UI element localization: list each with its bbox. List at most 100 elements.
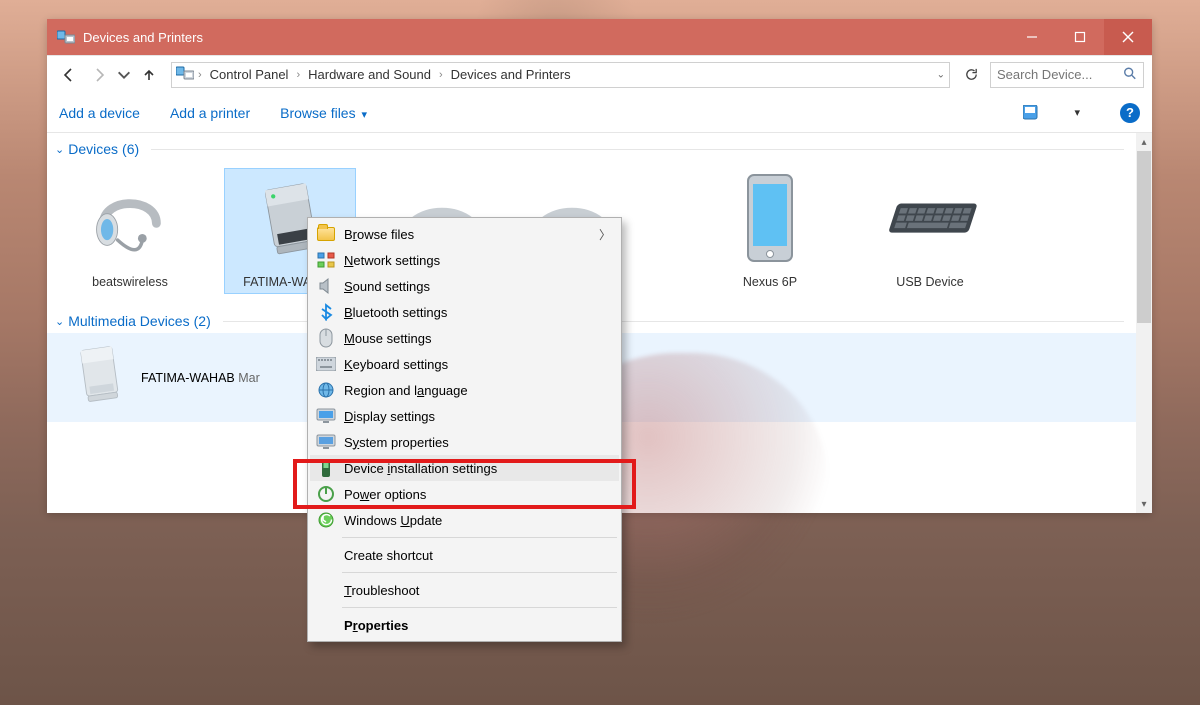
mm-role: Mar xyxy=(238,371,260,385)
power-icon xyxy=(316,484,336,504)
context-menu: Browse files〉 Network settings Sound setti… xyxy=(307,217,622,642)
maximize-button[interactable] xyxy=(1056,19,1104,55)
refresh-button[interactable] xyxy=(958,62,984,88)
folder-icon xyxy=(316,224,336,244)
forward-button[interactable] xyxy=(85,61,113,89)
context-menu-label: Create shortcut xyxy=(344,548,433,563)
context-menu-separator xyxy=(342,537,617,538)
devices-section-header[interactable]: ⌄ Devices (6) xyxy=(47,133,1152,161)
close-button[interactable] xyxy=(1104,19,1152,55)
context-menu-item[interactable]: System properties xyxy=(310,429,619,455)
devices-title: Devices xyxy=(68,141,118,157)
devices-printers-icon xyxy=(176,65,194,84)
bluetooth-icon xyxy=(316,302,336,322)
context-menu-label: Windows Update xyxy=(344,513,442,528)
devices-printers-icon xyxy=(57,29,75,45)
context-menu-separator xyxy=(342,607,617,608)
keyboard-icon xyxy=(880,169,980,269)
computer-tower-icon xyxy=(71,341,127,414)
browse-files-button[interactable]: Browse files ▾ xyxy=(280,105,367,121)
phone-icon xyxy=(720,169,820,269)
context-menu-separator xyxy=(342,572,617,573)
breadcrumb-control-panel[interactable]: Control Panel xyxy=(206,67,293,82)
search-input[interactable] xyxy=(997,67,1137,82)
context-menu-item[interactable]: Display settings xyxy=(310,403,619,429)
device-item[interactable]: Nexus 6P xyxy=(705,169,835,293)
nav-bar: › Control Panel › Hardware and Sound › D… xyxy=(47,55,1152,93)
context-menu-item[interactable]: Sound settings xyxy=(310,273,619,299)
context-menu-label: Mouse settings xyxy=(344,331,431,346)
caret-down-icon: ▾ xyxy=(361,109,367,121)
window-title: Devices and Printers xyxy=(83,30,1008,45)
caret-down-icon[interactable]: ▾ xyxy=(1074,106,1080,119)
title-bar[interactable]: Devices and Printers xyxy=(47,19,1152,55)
context-menu-label: Troubleshoot xyxy=(344,583,419,598)
context-menu-label: Sound settings xyxy=(344,279,430,294)
scroll-up-icon[interactable]: ▴ xyxy=(1136,133,1152,151)
scrollbar-thumb[interactable] xyxy=(1137,151,1151,323)
up-button[interactable] xyxy=(135,61,163,89)
chevron-right-icon[interactable]: › xyxy=(439,69,443,81)
context-menu-item[interactable]: Network settings xyxy=(310,247,619,273)
update-icon xyxy=(316,510,336,530)
keyboard-icon xyxy=(316,354,336,374)
context-menu-label: Network settings xyxy=(344,253,440,268)
context-menu-item[interactable]: Create shortcut xyxy=(310,542,619,568)
display-icon xyxy=(316,406,336,426)
scrollbar-track[interactable]: ▴ ▾ xyxy=(1136,133,1152,513)
multimedia-label: FATIMA-WAHAB Mar xyxy=(141,371,260,385)
headset-icon xyxy=(80,169,180,269)
context-menu-label: Region and language xyxy=(344,383,468,398)
help-button[interactable]: ? xyxy=(1120,103,1140,123)
back-button[interactable] xyxy=(55,61,83,89)
multimedia-title: Multimedia Devices xyxy=(68,313,189,329)
mm-name: FATIMA-WAHAB xyxy=(141,371,235,385)
device-label: beatswireless xyxy=(88,275,172,293)
context-menu-item[interactable]: Power options xyxy=(310,481,619,507)
context-menu-label: Browse files xyxy=(344,227,414,242)
address-dropdown-icon[interactable]: ⌄ xyxy=(937,69,945,80)
devices-count: (6) xyxy=(122,141,139,157)
add-printer-button[interactable]: Add a printer xyxy=(170,105,250,121)
context-menu-label: Device installation settings xyxy=(344,461,497,476)
view-options-button[interactable] xyxy=(1022,102,1044,124)
divider xyxy=(151,149,1124,150)
context-menu-item[interactable]: Keyboard settings xyxy=(310,351,619,377)
multimedia-count: (2) xyxy=(194,313,211,329)
chevron-right-icon[interactable]: › xyxy=(296,69,300,81)
context-menu-item[interactable]: Browse files〉 xyxy=(310,221,619,247)
device-item[interactable]: beatswireless xyxy=(65,169,195,293)
device-label: Nexus 6P xyxy=(739,275,801,293)
context-menu-label: Power options xyxy=(344,487,426,502)
add-device-button[interactable]: Add a device xyxy=(59,105,140,121)
context-menu-label: Keyboard settings xyxy=(344,357,448,372)
context-menu-label: System properties xyxy=(344,435,449,450)
context-menu-item[interactable]: Windows Update xyxy=(310,507,619,533)
device-item[interactable]: USB Device xyxy=(865,169,995,293)
context-menu-item[interactable]: Properties xyxy=(310,612,619,638)
region-icon xyxy=(316,380,336,400)
network-icon xyxy=(316,250,336,270)
recent-locations-button[interactable] xyxy=(115,61,133,89)
minimize-button[interactable] xyxy=(1008,19,1056,55)
chevron-down-icon: ⌄ xyxy=(55,143,64,156)
devinstall-icon xyxy=(316,458,336,478)
breadcrumb-devices-printers[interactable]: Devices and Printers xyxy=(447,67,575,82)
search-box[interactable] xyxy=(990,62,1144,88)
search-icon[interactable] xyxy=(1123,66,1137,83)
context-menu-item[interactable]: Device installation settings xyxy=(310,455,619,481)
breadcrumb-hardware-sound[interactable]: Hardware and Sound xyxy=(304,67,435,82)
context-menu-item[interactable]: Region and language xyxy=(310,377,619,403)
context-menu-label: Properties xyxy=(344,618,408,633)
context-menu-item[interactable]: Troubleshoot xyxy=(310,577,619,603)
toolbar: Add a device Add a printer Browse files … xyxy=(47,93,1152,133)
context-menu-item[interactable]: Bluetooth settings xyxy=(310,299,619,325)
context-menu-label: Display settings xyxy=(344,409,435,424)
chevron-right-icon[interactable]: › xyxy=(198,69,202,81)
context-menu-label: Bluetooth settings xyxy=(344,305,447,320)
address-bar[interactable]: › Control Panel › Hardware and Sound › D… xyxy=(171,62,950,88)
browse-files-label: Browse files xyxy=(280,105,355,121)
mouse-icon xyxy=(316,328,336,348)
scroll-down-icon[interactable]: ▾ xyxy=(1136,495,1152,513)
context-menu-item[interactable]: Mouse settings xyxy=(310,325,619,351)
